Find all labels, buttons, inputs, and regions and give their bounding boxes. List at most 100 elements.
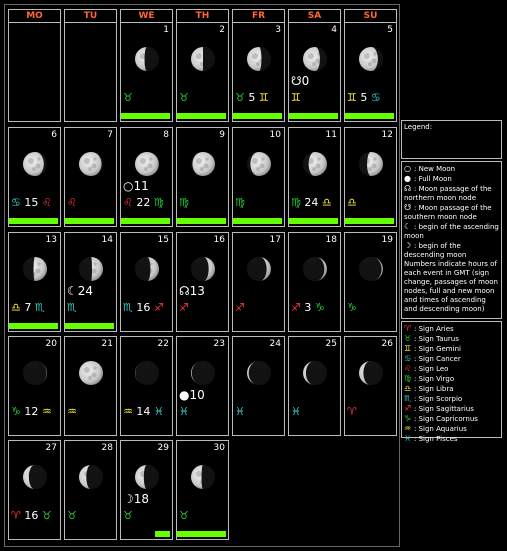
day-cell[interactable]: 17 ♐: [232, 232, 285, 332]
weekday-header-th: TH: [176, 9, 229, 23]
moon-phase-icon: [358, 256, 383, 282]
moon-phase-icon: [247, 46, 272, 72]
day-cell[interactable]: 8 ○11 ♌ 22 ♍: [120, 127, 173, 227]
zodiac-sign-icon: ♈: [11, 509, 21, 522]
zodiac-sign-icon: ♑: [347, 301, 357, 314]
legend-item: ●: Full Moon: [404, 174, 499, 184]
zodiac-sign-row: ♉: [179, 92, 189, 104]
legend-text: : New Moon: [414, 165, 456, 173]
moon-phase-icon: [358, 151, 383, 177]
day-number: 7: [107, 130, 113, 140]
day-cell[interactable]: 10 ♍: [232, 127, 285, 227]
day-cell[interactable]: 3 ♉ 5 ♊: [232, 22, 285, 122]
day-cell[interactable]: 22 ♒ 14 ♓: [120, 336, 173, 436]
day-cell[interactable]: 5 ♊ 5 ♋: [344, 22, 397, 122]
day-cell[interactable]: 21 ♒: [64, 336, 117, 436]
moon-phase-icon: [191, 464, 216, 490]
moon-phase-icon: [302, 151, 327, 177]
day-number: 2: [219, 25, 225, 35]
moon-phase-icon: [359, 360, 384, 386]
moon-event-label: ☽18: [123, 492, 150, 506]
legend-symbol-icon: ○: [404, 164, 411, 173]
day-cell[interactable]: 27 ♈ 16 ♉: [8, 440, 61, 540]
day-cell[interactable]: 26 ♈: [344, 336, 397, 436]
zodiac-sign-row: ♋ 15 ♌: [11, 197, 52, 209]
zodiac-sign-icon: ♒: [67, 405, 77, 418]
day-cell[interactable]: 18 ♐ 3 ♑: [288, 232, 341, 332]
zodiac-sign-icon: ♌: [123, 196, 133, 209]
day-number: 16: [213, 235, 225, 245]
day-number: 4: [331, 25, 337, 35]
zodiac-sign-row: ♎ 7 ♏: [11, 302, 45, 314]
sign-legend-text: : Sign Gemini: [414, 345, 461, 353]
zodiac-sign-row: ♌ 22 ♍: [123, 197, 164, 209]
legend-title-box: Legend:: [401, 120, 502, 159]
day-cell[interactable]: 16 ☊13 ♐: [176, 232, 229, 332]
moon-phase-icon: [191, 360, 216, 386]
sign-legend-text: : Sign Libra: [414, 385, 454, 393]
weekday-header-tu: TU: [64, 9, 117, 23]
zodiac-sign-icon: ♉: [67, 509, 77, 522]
moon-phase-icon: [22, 360, 47, 386]
moon-event-label: ☊13: [179, 284, 205, 298]
sign-legend-item: ♐: Sign Sagittarius: [404, 404, 499, 414]
day-cell[interactable]: 14 ☾24 ♏: [64, 232, 117, 332]
sign-legend-item: ♉: Sign Taurus: [404, 334, 499, 344]
weekday-header-we: WE: [120, 9, 173, 23]
zodiac-sign-row: ♐: [179, 302, 189, 314]
day-cell[interactable]: 6 ♋ 15 ♌: [8, 127, 61, 227]
zodiac-sign-icon: ♒: [41, 405, 52, 418]
sign-legend-item: ♓: Sign Pisces: [404, 434, 499, 444]
day-cell[interactable]: 19 ♑: [344, 232, 397, 332]
moon-phase-icon: [79, 464, 104, 490]
sign-change-hour: 16: [136, 301, 151, 314]
day-number: 15: [157, 235, 169, 245]
zodiac-sign-row: ♈: [347, 406, 357, 418]
day-cell[interactable]: 20 ♑ 12 ♒: [8, 336, 61, 436]
zodiac-sign-icon: ♌: [404, 364, 412, 373]
day-cell[interactable]: 25 ♓: [288, 336, 341, 436]
zodiac-sign-icon: ♉: [123, 509, 133, 522]
moon-phase-icon: [135, 151, 160, 177]
zodiac-sign-icon: ♒: [404, 424, 412, 433]
day-cell[interactable]: 12 ♎: [344, 127, 397, 227]
day-number: 14: [101, 235, 113, 245]
zodiac-sign-row: ♐: [235, 302, 245, 314]
day-cell[interactable]: 4 ☋0 ♊: [288, 22, 341, 122]
zodiac-sign-row: ♍: [179, 197, 189, 209]
day-number: 11: [325, 130, 337, 140]
day-cell[interactable]: 24 ♓: [232, 336, 285, 436]
day-cell[interactable]: 11 ♍ 24 ♎: [288, 127, 341, 227]
day-cell[interactable]: 9 ♍: [176, 127, 229, 227]
zodiac-sign-row: ♒ 14 ♓: [123, 406, 164, 418]
day-cell[interactable]: 30 ♉: [176, 440, 229, 540]
day-cell[interactable]: 29 ☽18 ♉: [120, 440, 173, 540]
zodiac-sign-icon: ♐: [404, 404, 412, 413]
legend-note: Numbers indicate hours of each event in …: [404, 260, 498, 313]
legend-text: : begin of the ascending moon: [404, 223, 499, 240]
sign-legend-item: ♌: Sign Leo: [404, 364, 499, 374]
day-cell[interactable]: 7 ♌: [64, 127, 117, 227]
zodiac-sign-icon: ♐: [179, 301, 189, 314]
day-cell[interactable]: 23 ●10 ♓: [176, 336, 229, 436]
zodiac-sign-icon: ♑: [404, 414, 412, 423]
zodiac-sign-icon: ♎: [11, 301, 21, 314]
day-cell[interactable]: 13 ♎ 7 ♏: [8, 232, 61, 332]
day-cell[interactable]: 15 ♏ 16 ♐: [120, 232, 173, 332]
zodiac-sign-row: ♒: [67, 406, 77, 418]
legend-symbol-icon: ☋: [404, 203, 412, 212]
zodiac-sign-icon: ♉: [41, 509, 52, 522]
sign-change-hour: 5: [360, 91, 368, 104]
moon-phase-icon: [135, 360, 160, 386]
day-number: 8: [163, 130, 169, 140]
zodiac-sign-icon: ♓: [291, 405, 301, 418]
zodiac-sign-icon: ♈: [347, 405, 357, 418]
day-cell[interactable]: 2 ♉: [176, 22, 229, 122]
legend-item: ☋: Moon passage of the southern moon nod…: [404, 203, 499, 222]
zodiac-sign-icon: ♓: [153, 405, 164, 418]
sign-legend-item: ♏: Sign Scorpio: [404, 394, 499, 404]
day-cell[interactable]: 1 ♉: [120, 22, 173, 122]
day-number: 13: [45, 235, 57, 245]
moon-event-label: ○11: [123, 179, 149, 193]
day-cell[interactable]: 28 ♉: [64, 440, 117, 540]
